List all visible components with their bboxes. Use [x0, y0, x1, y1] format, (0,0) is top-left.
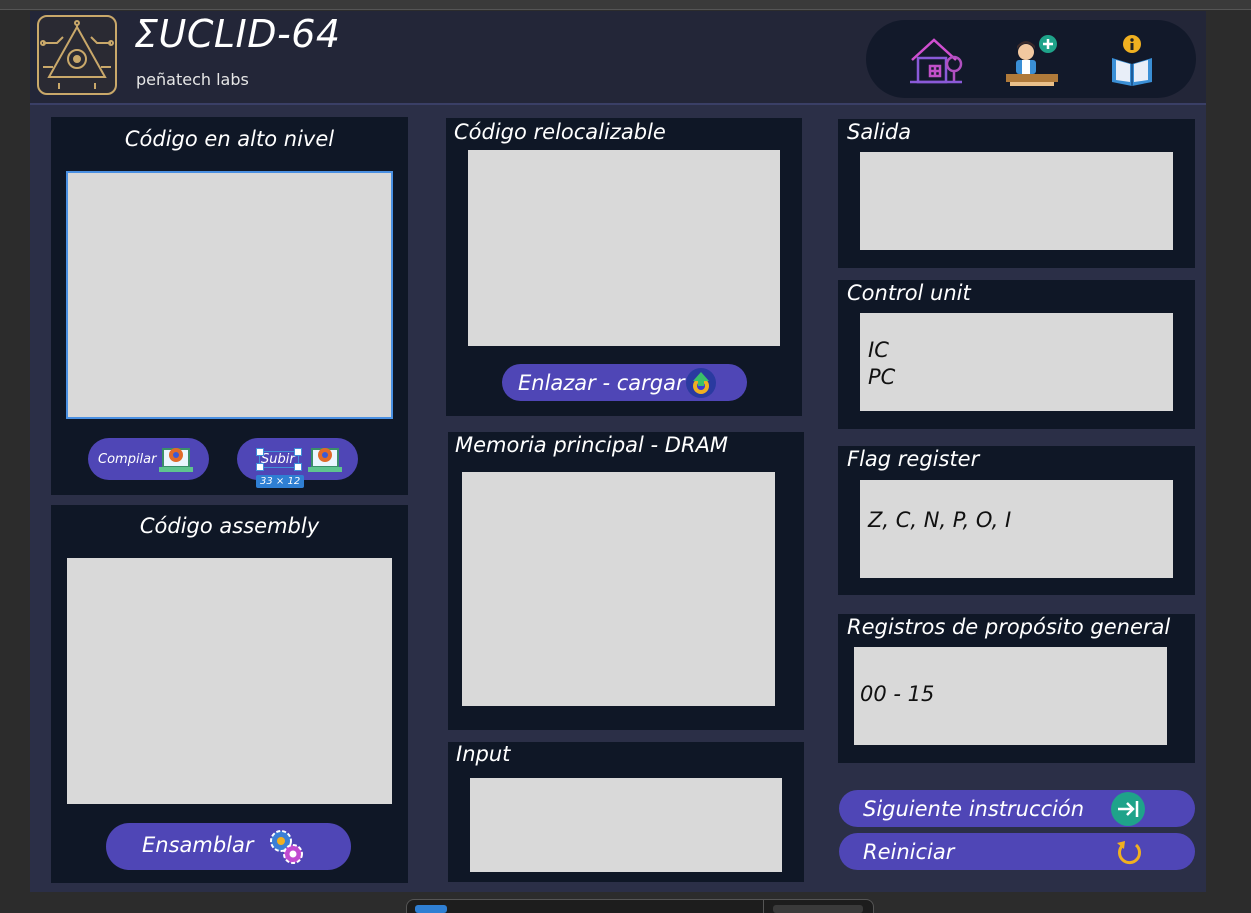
reset-label: Reiniciar	[863, 840, 955, 864]
reset-button[interactable]: Reiniciar	[839, 833, 1195, 870]
assemble-button[interactable]: Ensamblar	[106, 823, 351, 870]
home-icon[interactable]	[908, 34, 964, 88]
selection-size-tag: 33 × 12	[256, 475, 305, 488]
gears-icon	[264, 825, 308, 873]
bottom-toolbar	[406, 899, 874, 913]
control-unit-values: IC PC	[868, 338, 896, 389]
selection-handle[interactable]	[294, 448, 302, 456]
control-unit-panel: Control unit IC PC	[838, 280, 1195, 429]
dram-memory-area[interactable]	[462, 472, 775, 706]
general-registers-display: 00 - 15	[854, 647, 1167, 745]
link-load-label: Enlazar - cargar	[518, 371, 685, 395]
link-load-button[interactable]: Enlazar - cargar	[502, 364, 747, 401]
panel-title: Registros de propósito general	[847, 615, 1171, 639]
compile-label: Compilar	[98, 452, 157, 467]
flag-register-display: Z, C, N, P, O, I	[860, 480, 1173, 578]
selection-handle[interactable]	[256, 463, 264, 471]
selection-handle[interactable]	[256, 448, 264, 456]
toolbar-divider	[763, 900, 764, 913]
nav-bar	[866, 20, 1196, 98]
output-panel: Salida	[838, 119, 1195, 268]
app-frame: ΣUCLID-64 peñatech labs Código en alto n…	[30, 11, 1206, 892]
next-instruction-label: Siguiente instrucción	[863, 797, 1085, 821]
selection-box	[256, 448, 302, 471]
flag-register-panel: Flag register Z, C, N, P, O, I	[838, 446, 1195, 595]
dram-panel: Memoria principal - DRAM	[448, 432, 804, 730]
assembly-code-editor[interactable]	[67, 558, 392, 804]
compile-laptop-icon	[158, 441, 194, 479]
high-level-code-editor[interactable]	[66, 171, 393, 419]
reset-icon	[1114, 837, 1144, 871]
panel-title: Control unit	[847, 281, 971, 305]
upload-arrow-icon	[684, 366, 718, 404]
app-header: ΣUCLID-64 peñatech labs	[30, 11, 1206, 105]
panel-title: Memoria principal - DRAM	[455, 433, 729, 457]
flag-register-values: Z, C, N, P, O, I	[868, 508, 1012, 532]
app-subtitle: peñatech labs	[136, 70, 249, 89]
user-add-icon[interactable]	[1004, 34, 1060, 88]
general-registers-panel: Registros de propósito general 00 - 15	[838, 614, 1195, 763]
input-panel: Input	[448, 742, 804, 882]
info-book-icon[interactable]	[1104, 34, 1160, 88]
assemble-label: Ensamblar	[142, 833, 254, 857]
control-unit-display: IC PC	[860, 313, 1173, 411]
output-area[interactable]	[860, 152, 1173, 250]
assembly-code-panel: Código assembly Ensamblar	[51, 505, 408, 883]
input-field[interactable]	[470, 778, 782, 872]
high-level-code-panel: Código en alto nivel Compilar Subir 33 ×…	[51, 117, 408, 495]
step-forward-icon	[1110, 791, 1146, 831]
panel-title: Salida	[847, 120, 912, 144]
upload-laptop-icon	[307, 441, 343, 479]
general-registers-values: 00 - 15	[860, 682, 935, 706]
compile-button[interactable]: Compilar	[88, 438, 209, 480]
top-window-strip	[0, 0, 1251, 10]
selection-handle[interactable]	[294, 463, 302, 471]
panel-title: Código en alto nivel	[124, 127, 335, 151]
relocatable-code-area[interactable]	[468, 150, 780, 346]
logo-icon	[37, 15, 117, 95]
panel-title: Código relocalizable	[454, 120, 666, 144]
panel-title: Input	[456, 742, 511, 766]
app-title: ΣUCLID-64	[134, 12, 341, 56]
next-instruction-button[interactable]: Siguiente instrucción	[839, 790, 1195, 827]
upload-button[interactable]: Subir 33 × 12	[237, 438, 358, 488]
panel-title: Código assembly	[139, 514, 320, 538]
relocatable-code-panel: Código relocalizable Enlazar - cargar	[446, 118, 802, 416]
panel-title: Flag register	[847, 447, 980, 471]
